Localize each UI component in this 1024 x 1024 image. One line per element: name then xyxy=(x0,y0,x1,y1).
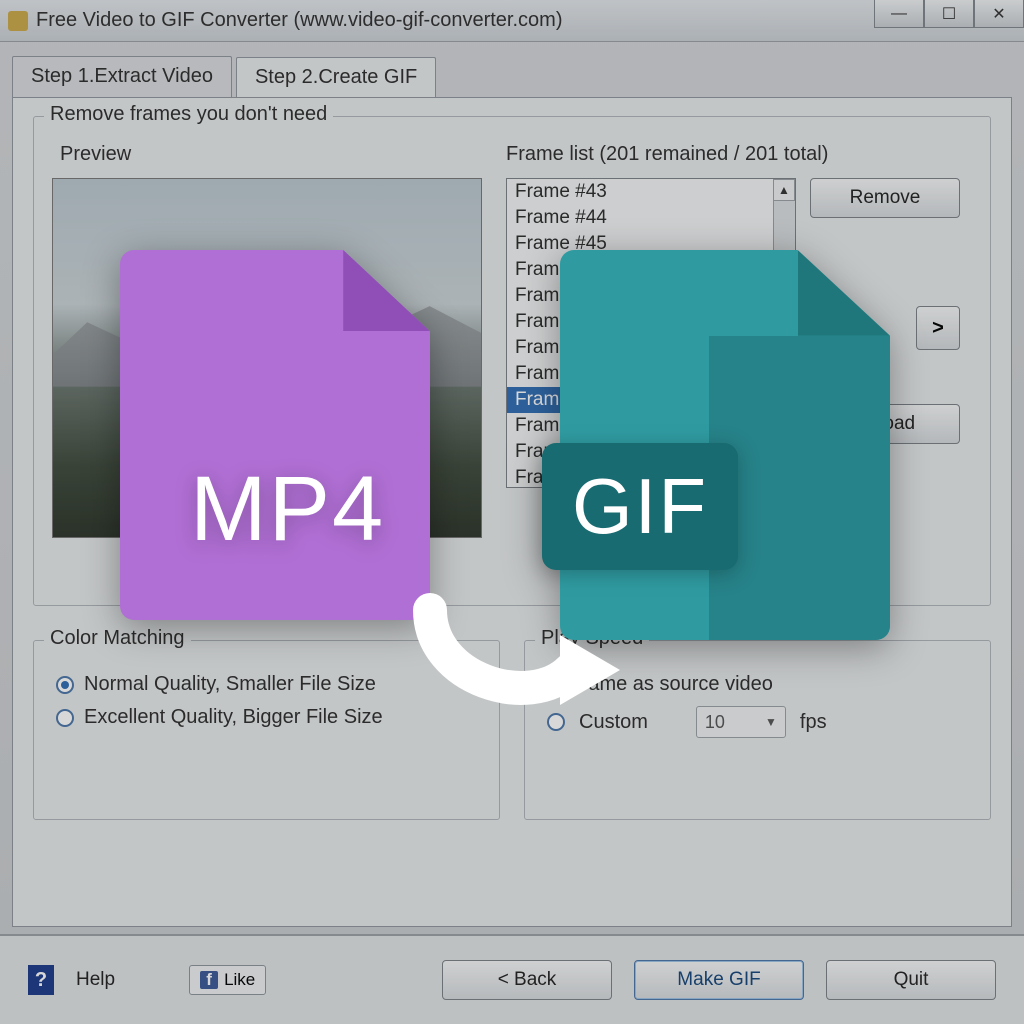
remove-button[interactable]: Remove xyxy=(810,178,960,218)
frame-item[interactable]: Frame #45 xyxy=(507,231,795,257)
like-label: Like xyxy=(224,970,255,990)
maximize-button[interactable]: ☐ xyxy=(924,0,974,28)
radio-same-as-source[interactable]: Same as source video xyxy=(547,673,968,696)
radio-custom-fps[interactable]: Custom 10 ▼ fps xyxy=(547,706,968,738)
radio-label: Custom xyxy=(579,711,648,734)
chevron-down-icon: ▼ xyxy=(765,715,777,729)
group-remove-frames: Remove frames you don't need Preview Fra… xyxy=(33,116,991,606)
back-button[interactable]: < Back xyxy=(442,960,612,1000)
group-play-speed-legend: Play Speed xyxy=(535,627,649,650)
group-play-speed: Play Speed Same as source video Custom 1… xyxy=(524,640,991,820)
frame-item[interactable]: Frame #52 xyxy=(507,413,795,439)
frame-item[interactable]: Frame #44 xyxy=(507,205,795,231)
window-controls: — ☐ ✕ xyxy=(874,0,1024,28)
frame-item[interactable]: Frame #46 xyxy=(507,257,795,283)
frame-list-title: Frame list (201 remained / 201 total) xyxy=(506,143,972,166)
fps-value: 10 xyxy=(705,712,725,733)
help-label[interactable]: Help xyxy=(76,969,115,991)
scroll-down-icon[interactable]: ▼ xyxy=(773,465,795,487)
tab-extract-video[interactable]: Step 1.Extract Video xyxy=(12,56,232,97)
frame-item[interactable]: Frame #49 xyxy=(507,335,795,361)
app-window: Free Video to GIF Converter (www.video-g… xyxy=(0,0,1024,1024)
radio-icon xyxy=(56,676,74,694)
radio-icon xyxy=(56,709,74,727)
radio-icon xyxy=(547,676,565,694)
radio-label: Normal Quality, Smaller File Size xyxy=(84,673,376,696)
frame-item[interactable]: Frame #50 xyxy=(507,361,795,387)
window-title: Free Video to GIF Converter (www.video-g… xyxy=(36,9,562,32)
minimize-button[interactable]: — xyxy=(874,0,924,28)
radio-icon xyxy=(547,713,565,731)
facebook-icon: f xyxy=(200,971,218,989)
bottom-bar: ? Help f Like < Back Make GIF Quit xyxy=(0,934,1024,1024)
group-color-matching-legend: Color Matching xyxy=(44,627,191,650)
titlebar: Free Video to GIF Converter (www.video-g… xyxy=(0,0,1024,42)
group-remove-frames-legend: Remove frames you don't need xyxy=(44,103,333,126)
frame-item[interactable]: Frame #53 xyxy=(507,439,795,465)
help-icon[interactable]: ? xyxy=(28,965,54,995)
frame-item[interactable]: Frame #48 xyxy=(507,309,795,335)
frame-item[interactable]: Frame #54 xyxy=(507,465,795,488)
frame-listbox[interactable]: Frame #43 Frame #44 Frame #45 Frame #46 … xyxy=(506,178,796,488)
preview-image xyxy=(52,178,482,538)
radio-label: Same as source video xyxy=(575,673,773,696)
next-page-button[interactable]: > xyxy=(916,306,960,350)
frame-item-selected[interactable]: Frame #51 xyxy=(507,387,795,413)
preview-label: Preview xyxy=(60,143,482,166)
scroll-up-icon[interactable]: ▲ xyxy=(773,179,795,201)
facebook-like-button[interactable]: f Like xyxy=(189,965,266,995)
frame-list-scrollbar[interactable] xyxy=(773,179,795,487)
radio-label: Excellent Quality, Bigger File Size xyxy=(84,706,383,729)
tab-strip: Step 1.Extract Video Step 2.Create GIF xyxy=(12,56,1024,97)
close-button[interactable]: ✕ xyxy=(974,0,1024,28)
reload-button[interactable]: Reload xyxy=(810,404,960,444)
quit-button[interactable]: Quit xyxy=(826,960,996,1000)
radio-excellent-quality[interactable]: Excellent Quality, Bigger File Size xyxy=(56,706,477,729)
tab-create-gif[interactable]: Step 2.Create GIF xyxy=(236,57,436,98)
radio-normal-quality[interactable]: Normal Quality, Smaller File Size xyxy=(56,673,477,696)
app-icon xyxy=(8,11,28,31)
tab-panel-create-gif: Remove frames you don't need Preview Fra… xyxy=(12,97,1012,927)
fps-combobox[interactable]: 10 ▼ xyxy=(696,706,786,738)
make-gif-button[interactable]: Make GIF xyxy=(634,960,804,1000)
frame-item[interactable]: Frame #47 xyxy=(507,283,795,309)
fps-unit-label: fps xyxy=(800,711,827,734)
group-color-matching: Color Matching Normal Quality, Smaller F… xyxy=(33,640,500,820)
frame-item[interactable]: Frame #43 xyxy=(507,179,795,205)
